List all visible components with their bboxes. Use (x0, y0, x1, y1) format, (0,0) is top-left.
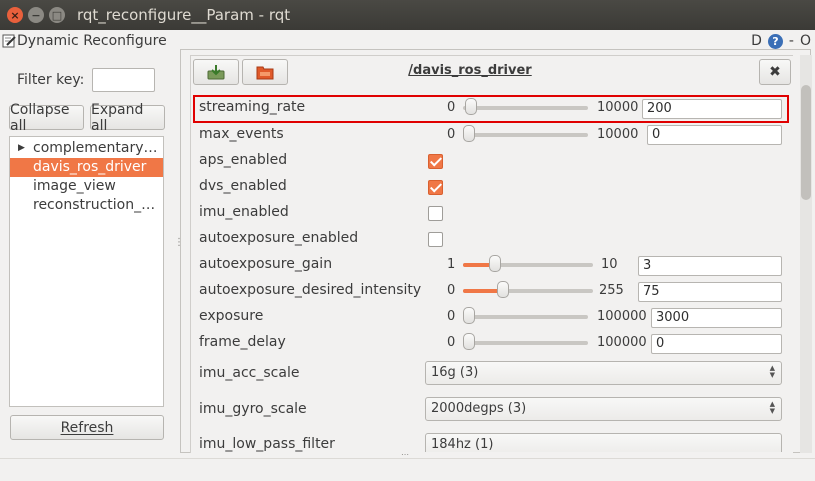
window-titlebar: × − □ rqt_reconfigure__Param - rqt (0, 0, 815, 30)
autoexposure-enabled-checkbox[interactable] (428, 232, 443, 247)
vertical-scrollbar-thumb[interactable] (801, 85, 811, 200)
collapse-all-label: Collapse all (10, 101, 70, 134)
tree-item-reconstruction[interactable]: reconstruction_… (10, 196, 163, 215)
node-title: /davis_ros_driver (408, 63, 532, 78)
param-exposure-label: exposure (199, 308, 264, 324)
minimize-plugin-button[interactable]: - (789, 33, 794, 49)
plugin-controls: D ? - O (751, 33, 811, 49)
exposure-min: 0 (447, 309, 456, 324)
close-icon: × (10, 8, 20, 22)
expand-arrow-icon[interactable]: ▶ (18, 139, 25, 158)
window-title: rqt_reconfigure__Param - rqt (77, 6, 291, 24)
window-close-button[interactable]: × (7, 7, 23, 23)
param-autoexposure-gain-label: autoexposure_gain (199, 256, 333, 272)
dock-button[interactable]: D (751, 33, 762, 49)
param-imu-low-pass-filter-label: imu_low_pass_filter (199, 436, 335, 452)
imu-enabled-checkbox[interactable] (428, 206, 443, 221)
imu-low-pass-filter-select[interactable]: 184hz (1) (425, 433, 782, 452)
frame-delay-slider[interactable] (463, 333, 475, 350)
expand-all-label: Expand all (91, 101, 144, 134)
exposure-slider[interactable] (463, 307, 476, 324)
autoexposure-desired-intensity-max: 255 (599, 283, 624, 298)
help-icon[interactable]: ? (767, 33, 783, 49)
load-icon (207, 65, 225, 80)
edit-icon (2, 34, 16, 48)
close-icon: ✖ (769, 64, 781, 80)
aps-enabled-checkbox[interactable] (428, 154, 443, 169)
imu-acc-scale-value: 16g (3) (431, 365, 479, 380)
autoexposure-gain-min: 1 (447, 257, 456, 272)
clipped-row: imu_low_pass_filter 184hz (1) (191, 432, 799, 452)
status-bar (0, 458, 815, 481)
tree-item-image-view[interactable]: image_view (10, 177, 163, 196)
dvs-enabled-checkbox[interactable] (428, 180, 443, 195)
frame-delay-min: 0 (447, 335, 456, 350)
updown-arrows-icon: ▲ ▼ (769, 400, 775, 415)
tree-item-davis-ros-driver[interactable]: davis_ros_driver (10, 158, 163, 177)
expand-all-button[interactable]: Expand all (90, 102, 165, 134)
imu-acc-scale-select[interactable]: 16g (3) ▲ ▼ (425, 361, 782, 385)
frame-delay-track (463, 341, 588, 345)
window-minimize-button[interactable]: − (28, 7, 44, 23)
minimize-icon: − (31, 8, 41, 22)
max-events-max: 10000 (597, 127, 639, 142)
highlight-box (193, 95, 789, 123)
param-aps-enabled-label: aps_enabled (199, 152, 288, 168)
tree-item-complementary[interactable]: ▶ complementary… (10, 139, 163, 158)
load-button[interactable] (193, 59, 239, 85)
autoexposure-gain-input[interactable]: 3 (638, 256, 782, 276)
param-dvs-enabled-label: dvs_enabled (199, 178, 287, 194)
autoexposure-gain-max: 10 (601, 257, 618, 272)
autoexposure-desired-intensity-min: 0 (447, 283, 456, 298)
updown-arrows-icon: ▲ ▼ (769, 364, 775, 379)
max-events-slider[interactable] (463, 125, 475, 142)
param-imu-enabled-label: imu_enabled (199, 204, 289, 220)
param-frame-delay-label: frame_delay (199, 334, 286, 350)
frame-delay-max: 1000000 (597, 335, 647, 350)
max-events-track (463, 133, 588, 137)
autoexposure-desired-intensity-input[interactable]: 75 (638, 282, 782, 302)
tree-item-label: image_view (33, 178, 116, 194)
refresh-button[interactable]: Refresh (10, 415, 164, 440)
max-events-min: 0 (447, 127, 456, 142)
collapse-all-button[interactable]: Collapse all (9, 102, 84, 134)
autoexposure-desired-intensity-slider[interactable] (497, 281, 510, 298)
refresh-label: Refresh (60, 419, 114, 436)
frame-delay-input[interactable]: 0 (651, 334, 782, 354)
tree-item-label: davis_ros_driver (33, 159, 147, 175)
exposure-max: 1000000 (597, 309, 647, 324)
imu-gyro-scale-value: 2000degps (3) (431, 401, 527, 416)
imu-low-pass-filter-value: 184hz (1) (431, 437, 494, 452)
exposure-input[interactable]: 3000 (651, 308, 782, 328)
max-events-input[interactable]: 0 (647, 125, 782, 145)
tree-item-label: reconstruction_… (33, 197, 156, 213)
param-imu-acc-scale-label: imu_acc_scale (199, 365, 300, 381)
filter-key-label: Filter key: (17, 72, 85, 88)
close-plugin-button[interactable]: O (800, 33, 811, 49)
maximize-icon: □ (51, 8, 63, 22)
plugin-title: Dynamic Reconfigure (17, 33, 167, 49)
node-tree[interactable]: ▶ complementary… davis_ros_driver image_… (9, 136, 164, 407)
save-icon (256, 66, 274, 80)
param-autoexposure-enabled-label: autoexposure_enabled (199, 230, 359, 246)
imu-gyro-scale-select[interactable]: 2000degps (3) ▲ ▼ (425, 397, 782, 421)
param-imu-gyro-scale-label: imu_gyro_scale (199, 401, 307, 417)
tree-item-label: complementary… (33, 140, 158, 156)
filter-key-input[interactable] (92, 68, 155, 92)
save-button[interactable] (242, 59, 288, 85)
autoexposure-gain-slider[interactable] (488, 255, 501, 272)
close-node-button[interactable]: ✖ (759, 59, 791, 85)
exposure-track (463, 315, 588, 319)
param-max-events-label: max_events (199, 126, 284, 142)
param-autoexposure-desired-intensity-label: autoexposure_desired_intensity (199, 282, 422, 298)
window-maximize-button[interactable]: □ (49, 7, 65, 23)
